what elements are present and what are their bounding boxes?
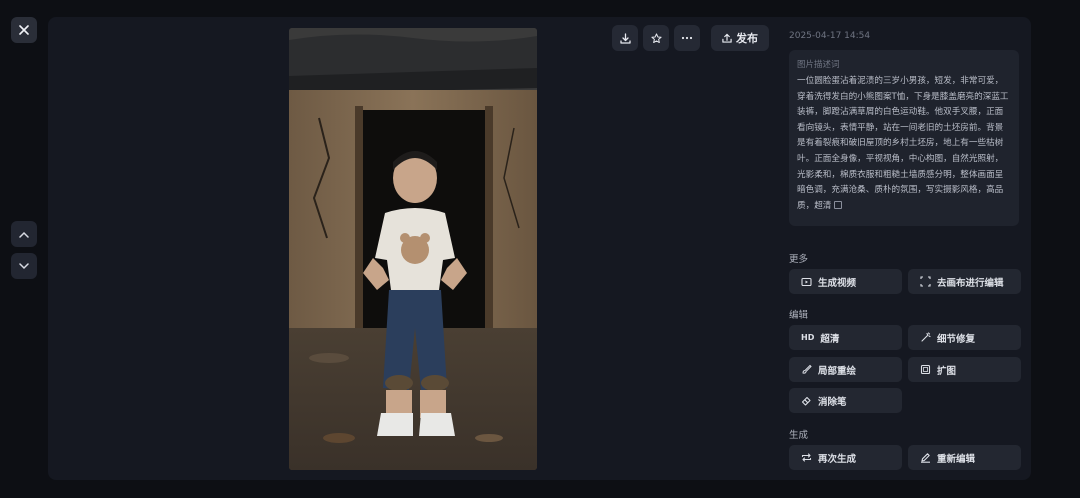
section-generate-title: 生成 <box>789 430 809 441</box>
publish-button[interactable]: 发布 <box>711 25 769 51</box>
close-icon <box>19 25 29 35</box>
more-options-button[interactable] <box>674 25 700 51</box>
generate-video-button[interactable]: 生成视频 <box>789 269 902 294</box>
description-box: 图片描述词 一位圆脸蛋沾着泥渍的三岁小男孩，短发，非常可爱，穿着洗得发白的小熊图… <box>789 50 1019 226</box>
reedit-button[interactable]: 重新编辑 <box>908 445 1021 470</box>
expand-label: 扩图 <box>937 365 957 377</box>
description-text: 一位圆脸蛋沾着泥渍的三岁小男孩，短发，非常可爱，穿着洗得发白的小熊图案T恤，下身… <box>797 74 1011 214</box>
chevron-down-icon <box>19 262 29 269</box>
eraser-button[interactable]: 消除笔 <box>789 388 902 413</box>
star-icon <box>650 32 662 43</box>
expand-image-button[interactable]: 扩图 <box>908 357 1021 382</box>
canvas-edit-button[interactable]: 去画布进行编辑 <box>908 269 1021 294</box>
video-icon <box>801 276 812 287</box>
expand-icon <box>920 364 931 375</box>
previous-image-button[interactable] <box>11 221 37 247</box>
hd-label: 超清 <box>820 333 840 345</box>
publish-label: 发布 <box>736 32 758 45</box>
download-icon <box>619 32 631 44</box>
repeat-icon <box>801 452 812 463</box>
section-more-title: 更多 <box>789 254 809 265</box>
generate-video-label: 生成视频 <box>818 277 857 289</box>
section-edit-title: 编辑 <box>789 310 809 321</box>
regenerate-button[interactable]: 再次生成 <box>789 445 902 470</box>
regenerate-label: 再次生成 <box>818 453 857 465</box>
copy-icon[interactable] <box>834 201 843 210</box>
chevron-up-icon <box>19 231 29 238</box>
hd-badge: HD <box>801 333 815 342</box>
pencil-icon <box>920 452 931 463</box>
detail-fix-label: 细节修复 <box>937 333 976 345</box>
brush-icon <box>801 364 812 375</box>
reedit-label: 重新编辑 <box>937 453 976 465</box>
favorite-button[interactable] <box>643 25 669 51</box>
eraser-icon <box>801 395 812 406</box>
description-content: 一位圆脸蛋沾着泥渍的三岁小男孩，短发，非常可爱，穿着洗得发白的小熊图案T恤，下身… <box>797 76 1009 211</box>
generated-image <box>289 28 537 470</box>
more-icon <box>681 36 693 40</box>
description-label: 图片描述词 <box>797 60 840 70</box>
magic-wand-icon <box>920 332 931 343</box>
canvas-edit-label: 去画布进行编辑 <box>937 277 1004 289</box>
detail-fix-button[interactable]: 细节修复 <box>908 325 1021 350</box>
download-button[interactable] <box>612 25 638 51</box>
close-button[interactable] <box>11 17 37 43</box>
canvas-icon <box>920 276 931 287</box>
inpaint-label: 局部重绘 <box>818 365 857 377</box>
next-image-button[interactable] <box>11 253 37 279</box>
inpaint-button[interactable]: 局部重绘 <box>789 357 902 382</box>
hd-upscale-button[interactable]: HD 超清 <box>789 325 902 350</box>
upload-icon <box>722 33 732 43</box>
image-timestamp: 2025-04-17 14:54 <box>789 31 871 41</box>
eraser-label: 消除笔 <box>818 396 847 408</box>
